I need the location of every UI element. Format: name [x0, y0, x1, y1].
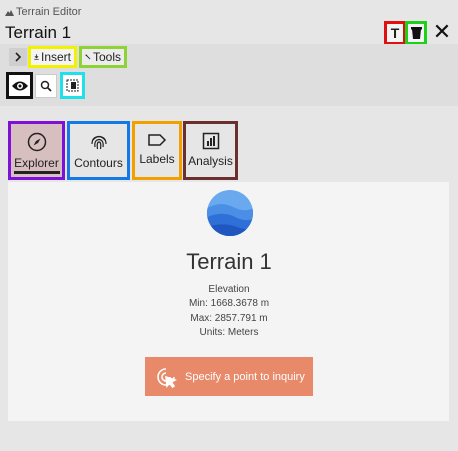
layers-icon: [410, 26, 422, 39]
elevation-max: Max: 2857.791 m: [190, 313, 268, 324]
tab-contours-label: Contours: [74, 156, 123, 170]
tag-icon: [148, 134, 167, 146]
tools-button[interactable]: Tools: [79, 46, 127, 68]
active-tab-indicator: [14, 171, 60, 174]
tab-analysis-label: Analysis: [188, 154, 233, 168]
elevation-label: Elevation: [208, 284, 250, 295]
text-tool-button[interactable]: T: [384, 21, 406, 45]
app-label-text: Terrain Editor: [16, 6, 82, 18]
tab-explorer-label: Explorer: [14, 156, 59, 170]
panel-icon: [66, 79, 79, 92]
terrain-small-icon: [5, 9, 14, 16]
tools-label: Tools: [92, 50, 121, 64]
fingerprint-icon: [90, 135, 107, 150]
pointer-click-icon: [157, 367, 177, 388]
eye-icon: [11, 81, 28, 90]
insert-button[interactable]: Insert: [28, 46, 77, 68]
document-title: Terrain 1: [5, 23, 72, 42]
insert-icon: [34, 54, 39, 60]
app-label: Terrain Editor: [5, 6, 81, 18]
search-icon: [40, 80, 52, 92]
terrain-icon: [207, 190, 253, 236]
tab-labels-label: Labels: [139, 152, 175, 166]
layers-button[interactable]: [405, 21, 427, 45]
tab-contours[interactable]: Contours: [67, 121, 130, 180]
tab-analysis[interactable]: Analysis: [183, 121, 238, 180]
analysis-chart-icon: [202, 132, 219, 150]
text-tool-label: T: [390, 25, 400, 41]
inquiry-label: Specify a point to inquiry: [185, 370, 305, 383]
expand-toolbar-button[interactable]: [9, 48, 27, 66]
panel-button[interactable]: [60, 72, 85, 99]
terrain-name: Terrain 1: [186, 249, 272, 274]
visibility-button[interactable]: [6, 72, 33, 99]
inquiry-button[interactable]: Specify a point to inquiry: [145, 357, 313, 396]
elevation-min: Min: 1668.3678 m: [188, 298, 270, 309]
insert-label: Insert: [40, 50, 71, 64]
wrench-icon: [85, 54, 91, 60]
close-button[interactable]: ✕: [430, 19, 454, 44]
search-button[interactable]: [35, 74, 57, 98]
tab-labels[interactable]: Labels: [132, 121, 182, 180]
compass-icon: [27, 132, 46, 152]
close-icon: ✕: [432, 19, 452, 44]
elevation-units: Units: Meters: [199, 327, 259, 338]
chevron-right-icon: [15, 52, 22, 62]
